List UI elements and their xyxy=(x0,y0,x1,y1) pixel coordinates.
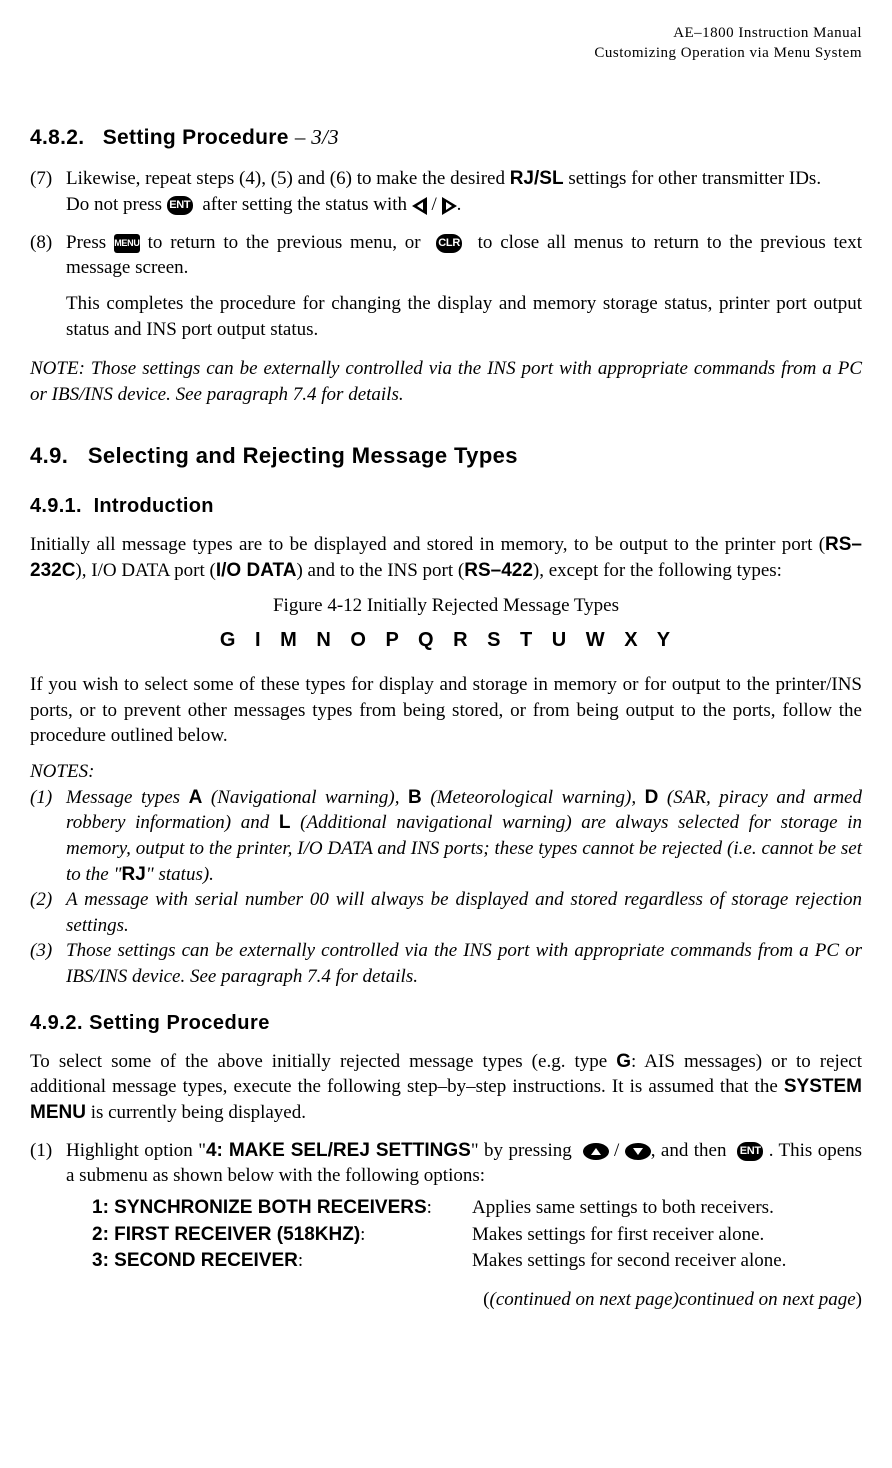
option-1-desc: Applies same settings to both receivers. xyxy=(472,1195,862,1221)
down-arrow-icon xyxy=(625,1143,651,1160)
right-arrow-icon xyxy=(442,197,457,215)
heading-4-9: 4.9. Selecting and Rejecting Message Typ… xyxy=(30,441,862,471)
step-number: (1) xyxy=(30,1138,66,1275)
type-b: B xyxy=(408,787,422,808)
rejected-types-letters: G I M N O P Q R S T U W X Y xyxy=(30,627,862,654)
heading-text: Setting Procedure xyxy=(103,126,289,149)
option-1-label: 1: SYNCHRONIZE BOTH RECEIVERS xyxy=(92,1197,427,1218)
rj-label: RJ xyxy=(121,864,145,885)
step-7-line-2: Do not press ENT after setting the statu… xyxy=(66,192,862,218)
heading-4-9-1: 4.9.1. Introduction xyxy=(30,493,862,520)
clr-key-icon: CLR xyxy=(436,234,462,253)
heading-text: Introduction xyxy=(94,495,214,517)
step-number: (8) xyxy=(30,230,66,343)
note-3: (3) Those settings can be externally con… xyxy=(30,938,862,989)
step-number: (7) xyxy=(30,166,66,217)
type-l: L xyxy=(279,812,291,833)
step-8-line-1: Press MENU to return to the previous men… xyxy=(66,230,862,281)
note-number: (1) xyxy=(30,785,66,888)
menu-key-icon: MENU xyxy=(114,234,140,253)
step-8-line-2: This completes the procedure for changin… xyxy=(66,291,862,342)
ent-key-icon: ENT xyxy=(737,1142,763,1161)
iodata-label: I/O DATA xyxy=(216,560,297,581)
heading-number: 4.9. xyxy=(30,443,68,468)
heading-number: 4.9.2. xyxy=(30,1012,83,1034)
type-g: G xyxy=(616,1051,631,1072)
option-4-label: 4: MAKE SEL/REJ SETTINGS xyxy=(206,1140,471,1161)
option-row-1: 1: SYNCHRONIZE BOTH RECEIVERS: Applies s… xyxy=(92,1195,862,1221)
up-arrow-icon xyxy=(583,1143,609,1160)
option-2-label: 2: FIRST RECEIVER (518KHZ) xyxy=(92,1224,360,1245)
figure-4-12-caption: Figure 4-12 Initially Rejected Message T… xyxy=(30,593,862,619)
procedure-step-1: (1) Highlight option "4: MAKE SEL/REJ SE… xyxy=(30,1138,862,1275)
left-arrow-icon xyxy=(412,197,427,215)
note-number: (3) xyxy=(30,938,66,989)
notes-label: NOTES: xyxy=(30,759,862,785)
note-2: (2) A message with serial number 00 will… xyxy=(30,887,862,938)
continued-text: ((continued on next page)continued on ne… xyxy=(30,1287,862,1313)
note-external-control: NOTE: Those settings can be externally c… xyxy=(30,356,862,407)
heading-page-fraction: 3/3 xyxy=(311,125,339,149)
heading-4-9-2: 4.9.2. Setting Procedure xyxy=(30,1010,862,1037)
heading-4-8-2: 4.8.2. Setting Procedure – 3/3 xyxy=(30,123,862,152)
option-row-2: 2: FIRST RECEIVER (518KHZ): Makes settin… xyxy=(92,1222,862,1248)
heading-text: Setting Procedure xyxy=(89,1012,270,1034)
option-row-3: 3: SECOND RECEIVER: Makes settings for s… xyxy=(92,1248,862,1274)
heading-number: 4.8.2. xyxy=(30,126,84,149)
intro-paragraph: Initially all message types are to be di… xyxy=(30,532,862,583)
step-7: (7) Likewise, repeat steps (4), (5) and … xyxy=(30,166,862,217)
step-8: (8) Press MENU to return to the previous… xyxy=(30,230,862,343)
header-line-2: Customizing Operation via Menu System xyxy=(30,44,862,64)
option-3-label: 3: SECOND RECEIVER xyxy=(92,1250,298,1271)
select-paragraph: If you wish to select some of these type… xyxy=(30,672,862,749)
note-number: (2) xyxy=(30,887,66,938)
options-table: 1: SYNCHRONIZE BOTH RECEIVERS: Applies s… xyxy=(92,1195,862,1274)
heading-number: 4.9.1. xyxy=(30,495,82,517)
option-2-desc: Makes settings for first receiver alone. xyxy=(472,1222,862,1248)
type-d: D xyxy=(645,787,659,808)
ent-key-icon: ENT xyxy=(167,196,193,215)
heading-dash: – xyxy=(295,125,306,149)
rs422-label: RS–422 xyxy=(464,560,533,581)
page-header: AE–1800 Instruction Manual Customizing O… xyxy=(30,24,862,63)
type-a: A xyxy=(189,787,203,808)
step-7-line-1: Likewise, repeat steps (4), (5) and (6) … xyxy=(66,166,862,192)
notes-block: NOTES: (1) Message types A (Navigational… xyxy=(30,759,862,990)
header-line-1: AE–1800 Instruction Manual xyxy=(30,24,862,44)
rjsl-label: RJ/SL xyxy=(510,168,564,189)
heading-text: Selecting and Rejecting Message Types xyxy=(88,443,518,468)
procedure-intro: To select some of the above initially re… xyxy=(30,1049,862,1126)
note-1: (1) Message types A (Navigational warnin… xyxy=(30,785,862,888)
option-3-desc: Makes settings for second receiver alone… xyxy=(472,1248,862,1274)
